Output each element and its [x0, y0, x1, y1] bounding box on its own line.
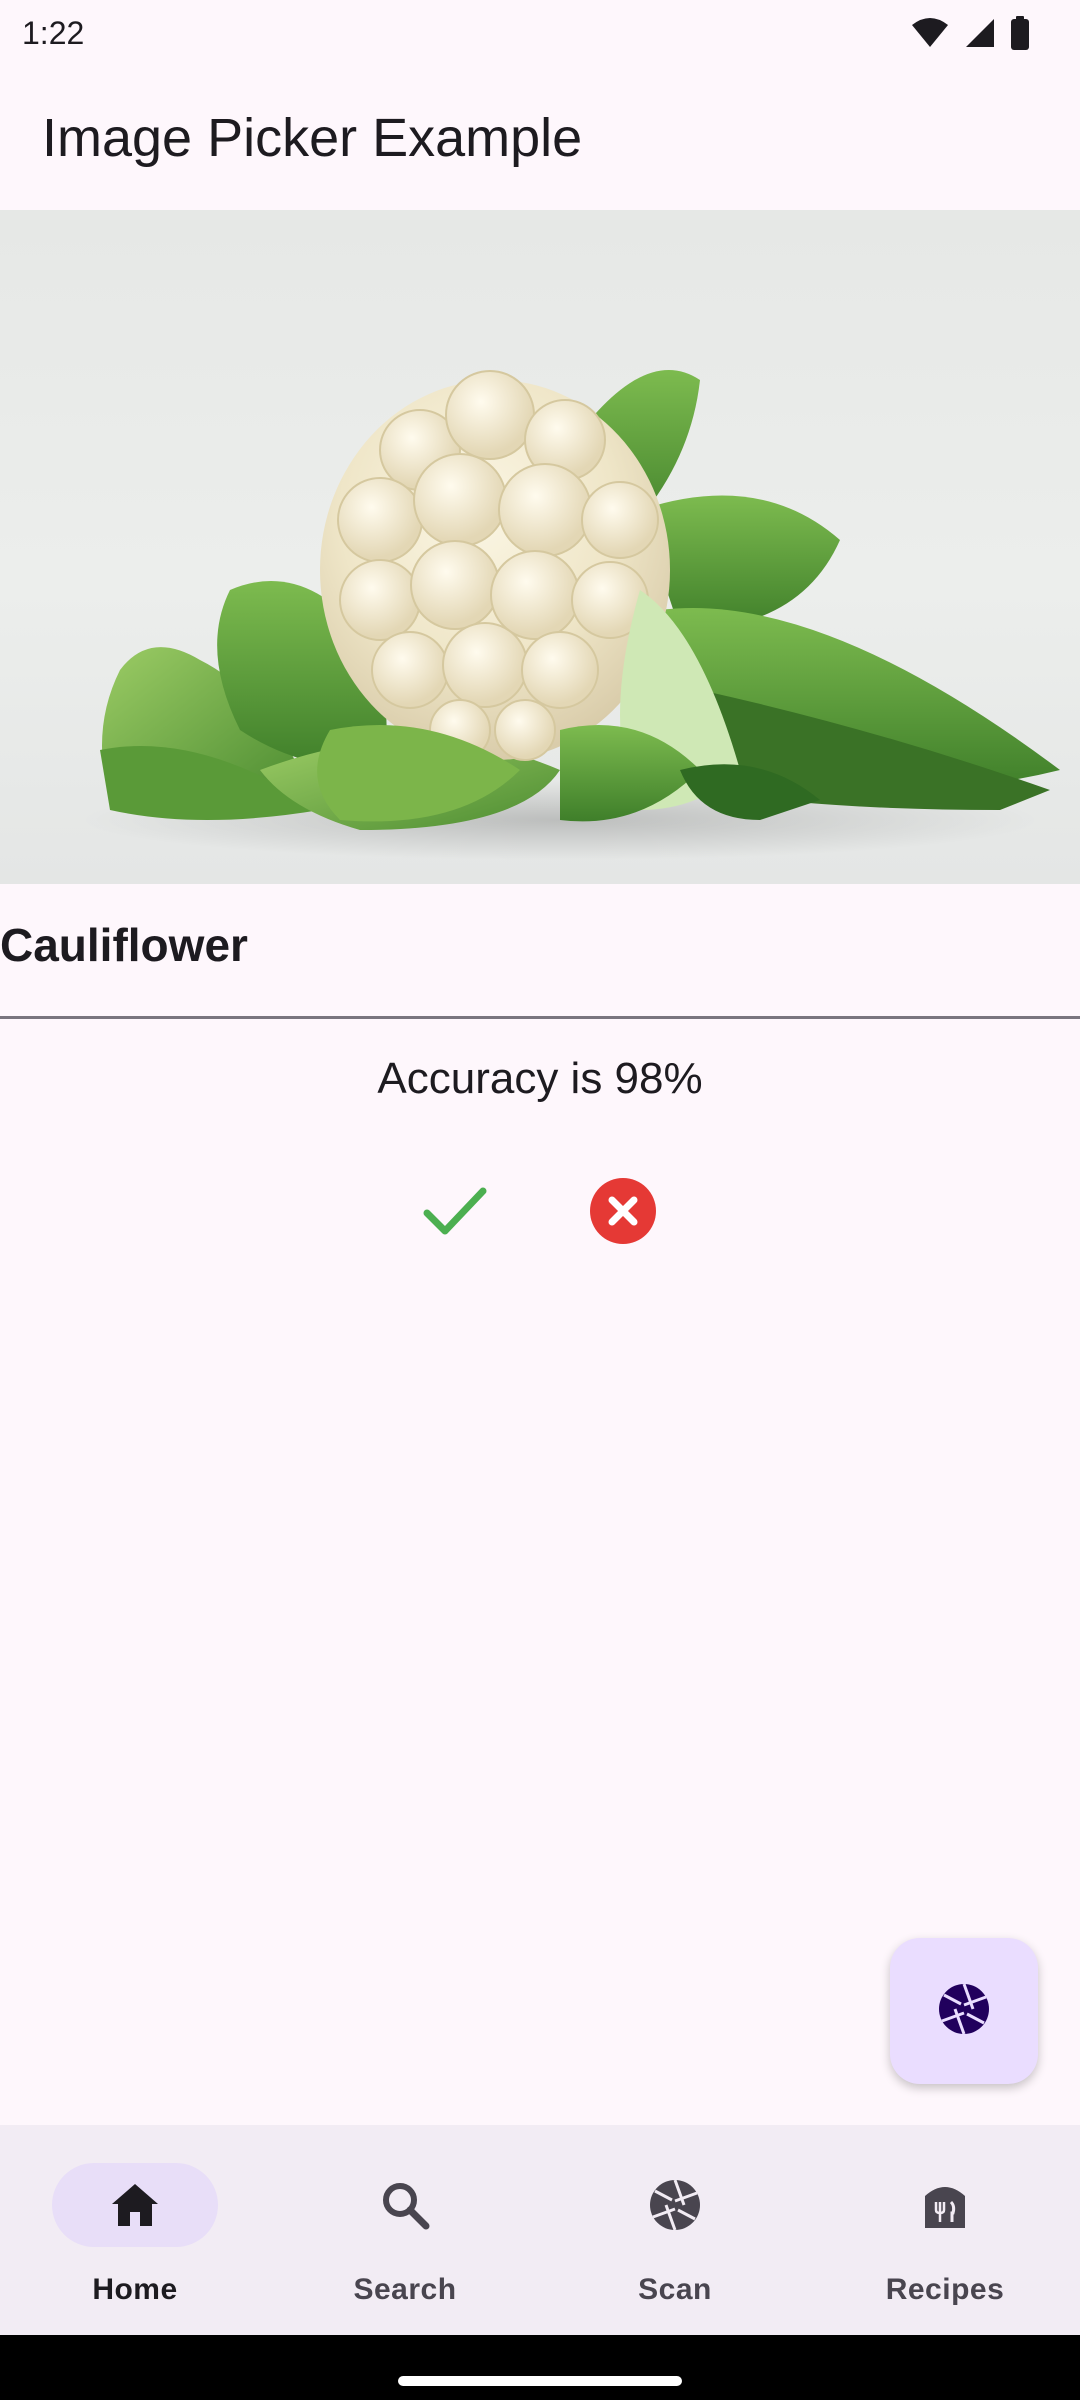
app-bar: Image Picker Example: [0, 66, 1080, 210]
confirm-button[interactable]: [420, 1178, 490, 1248]
cancel-circle-icon: [590, 1177, 656, 1249]
wifi-icon: [910, 17, 950, 49]
nav-label-search: Search: [353, 2273, 457, 2306]
home-icon: [107, 2177, 163, 2233]
result-label: Cauliflower: [0, 919, 248, 971]
home-gesture-handle[interactable]: [398, 2376, 682, 2386]
nav-item-home[interactable]: Home: [0, 2125, 270, 2335]
status-bar: 1:22: [0, 0, 1080, 66]
feedback-actions: [0, 1177, 1080, 1249]
system-gesture-area: [0, 2335, 1080, 2400]
signal-icon: [964, 17, 996, 49]
check-icon: [423, 1185, 487, 1242]
cauliflower-photo: [0, 210, 1080, 884]
nav-label-recipes: Recipes: [885, 2273, 1005, 2306]
recipes-icon: [917, 2177, 973, 2233]
bottom-navigation: Home Search Scan Recipes: [0, 2125, 1080, 2335]
nav-label-scan: Scan: [638, 2273, 712, 2306]
page-title: Image Picker Example: [42, 108, 583, 168]
reject-button[interactable]: [590, 1177, 656, 1249]
status-icons: [910, 16, 1058, 50]
camera-aperture-icon: [937, 1982, 991, 2041]
nav-item-search[interactable]: Search: [270, 2125, 540, 2335]
battery-icon: [1010, 16, 1030, 50]
nav-label-home: Home: [92, 2273, 178, 2306]
camera-aperture-icon: [647, 2177, 703, 2233]
accuracy-text: Accuracy is 98%: [377, 1054, 703, 1103]
divider: [0, 1016, 1080, 1019]
nav-item-recipes[interactable]: Recipes: [810, 2125, 1080, 2335]
nav-item-scan[interactable]: Scan: [540, 2125, 810, 2335]
status-time: 1:22: [22, 14, 85, 51]
scan-fab-button[interactable]: [890, 1938, 1038, 2084]
search-icon: [377, 2177, 433, 2233]
